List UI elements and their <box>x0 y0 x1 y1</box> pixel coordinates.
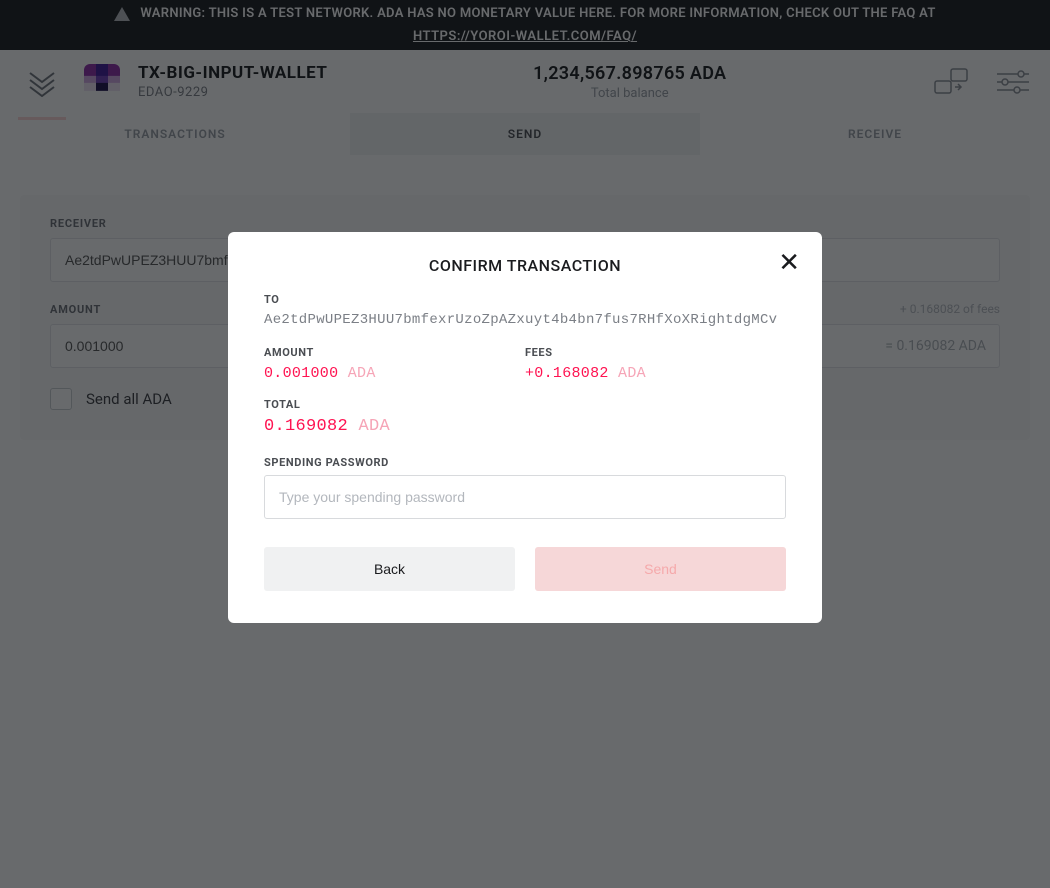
modal-total-unit: ADA <box>359 417 391 436</box>
modal-fees-label: FEES <box>525 346 786 359</box>
modal-fees-value: +0.168082 ADA <box>525 365 786 382</box>
close-icon: ✕ <box>778 248 800 278</box>
modal-total-number: 0.169082 <box>264 417 348 436</box>
to-address: Ae2tdPwUPEZ3HUU7bmfexrUzoZpAZxuyt4b4bn7f… <box>264 312 786 328</box>
modal-actions: Back Send <box>264 547 786 591</box>
spending-password-input[interactable] <box>264 475 786 519</box>
modal-amount-unit: ADA <box>348 365 376 382</box>
password-label: SPENDING PASSWORD <box>264 456 786 469</box>
modal-fees-unit: ADA <box>618 365 646 382</box>
modal-amount-number: 0.001000 <box>264 365 338 382</box>
modal-title: CONFIRM TRANSACTION <box>264 256 786 275</box>
close-button[interactable]: ✕ <box>778 250 800 276</box>
to-label: TO <box>264 293 786 306</box>
confirm-transaction-modal: CONFIRM TRANSACTION ✕ TO Ae2tdPwUPEZ3HUU… <box>228 232 822 623</box>
modal-overlay: CONFIRM TRANSACTION ✕ TO Ae2tdPwUPEZ3HUU… <box>0 0 1050 888</box>
fees-block: FEES +0.168082 ADA <box>525 346 786 382</box>
modal-fees-number: +0.168082 <box>525 365 609 382</box>
modal-total-label: TOTAL <box>264 398 786 411</box>
modal-amount-value: 0.001000 ADA <box>264 365 525 382</box>
modal-amount-label: AMOUNT <box>264 346 525 359</box>
amount-block: AMOUNT 0.001000 ADA <box>264 346 525 382</box>
total-block: TOTAL 0.169082 ADA <box>264 398 786 436</box>
modal-total-value: 0.169082 ADA <box>264 417 786 436</box>
back-button[interactable]: Back <box>264 547 515 591</box>
send-button[interactable]: Send <box>535 547 786 591</box>
